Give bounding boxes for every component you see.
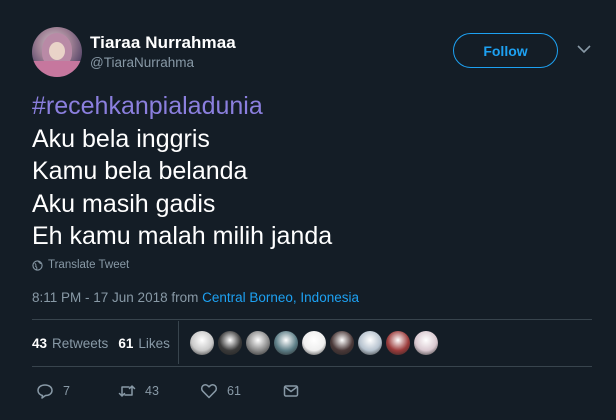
- reply-button[interactable]: 7: [36, 382, 118, 400]
- tweet-line: Eh kamu malah milih janda: [32, 222, 333, 250]
- message-icon: [283, 385, 299, 397]
- retweet-icon: [118, 385, 136, 397]
- location-link[interactable]: Central Borneo, Indonesia: [202, 290, 359, 305]
- direct-message-button[interactable]: [282, 382, 300, 400]
- retweets-stat[interactable]: 43 Retweets: [32, 336, 108, 351]
- chevron-down-icon[interactable]: [577, 44, 591, 54]
- globe-icon: [32, 259, 43, 271]
- tweet-actions: 7 43 61: [36, 382, 300, 400]
- liker-avatar[interactable]: [218, 331, 242, 355]
- translate-tweet-link[interactable]: Translate Tweet: [32, 259, 129, 271]
- divider: [178, 321, 179, 364]
- liker-avatar[interactable]: [190, 331, 214, 355]
- like-count: 61: [227, 384, 241, 398]
- likes-count: 61: [118, 336, 134, 351]
- tweet-time[interactable]: 8:11 PM - 17 Jun 2018: [32, 290, 168, 305]
- retweet-count: 43: [145, 384, 159, 398]
- tweet-line: Kamu bela belanda: [32, 157, 248, 185]
- divider: [32, 319, 592, 320]
- like-button[interactable]: 61: [200, 382, 282, 400]
- tweet-line: Aku masih gadis: [32, 189, 216, 218]
- retweet-button[interactable]: 43: [118, 382, 200, 400]
- retweets-label: Retweets: [52, 336, 109, 351]
- liker-avatar[interactable]: [246, 331, 270, 355]
- tweet-text: #recehkanpialadunia Aku bela inggris Kam…: [32, 90, 592, 253]
- divider: [32, 366, 592, 367]
- liker-avatars: [190, 331, 438, 355]
- reply-icon: [37, 384, 53, 399]
- liker-avatar[interactable]: [386, 331, 410, 355]
- screen-name[interactable]: @TiaraNurrahma: [90, 55, 194, 70]
- hashtag-link[interactable]: #recehkanpialadunia: [32, 90, 592, 123]
- liker-avatar[interactable]: [302, 331, 326, 355]
- liker-avatar[interactable]: [358, 331, 382, 355]
- translate-label: Translate Tweet: [48, 259, 130, 271]
- tweet-stats: 43 Retweets 61 Likes: [32, 336, 180, 351]
- tweet-card: Tiaraa Nurrahmaa @TiaraNurrahma Follow #…: [0, 0, 616, 420]
- follow-button[interactable]: Follow: [453, 33, 558, 68]
- reply-count: 7: [63, 384, 70, 398]
- liker-avatar[interactable]: [330, 331, 354, 355]
- likes-label: Likes: [138, 336, 170, 351]
- from-label: from: [171, 290, 199, 305]
- likes-stat[interactable]: 61 Likes: [118, 336, 170, 351]
- tweet-timestamp: 8:11 PM - 17 Jun 2018 from Central Borne…: [32, 290, 359, 305]
- avatar[interactable]: [32, 27, 82, 77]
- display-name[interactable]: Tiaraa Nurrahmaa: [90, 33, 236, 53]
- liker-avatar[interactable]: [274, 331, 298, 355]
- liker-avatar[interactable]: [414, 331, 438, 355]
- retweets-count: 43: [32, 336, 48, 351]
- heart-icon: [200, 384, 218, 399]
- tweet-line: Aku bela inggris: [32, 124, 210, 153]
